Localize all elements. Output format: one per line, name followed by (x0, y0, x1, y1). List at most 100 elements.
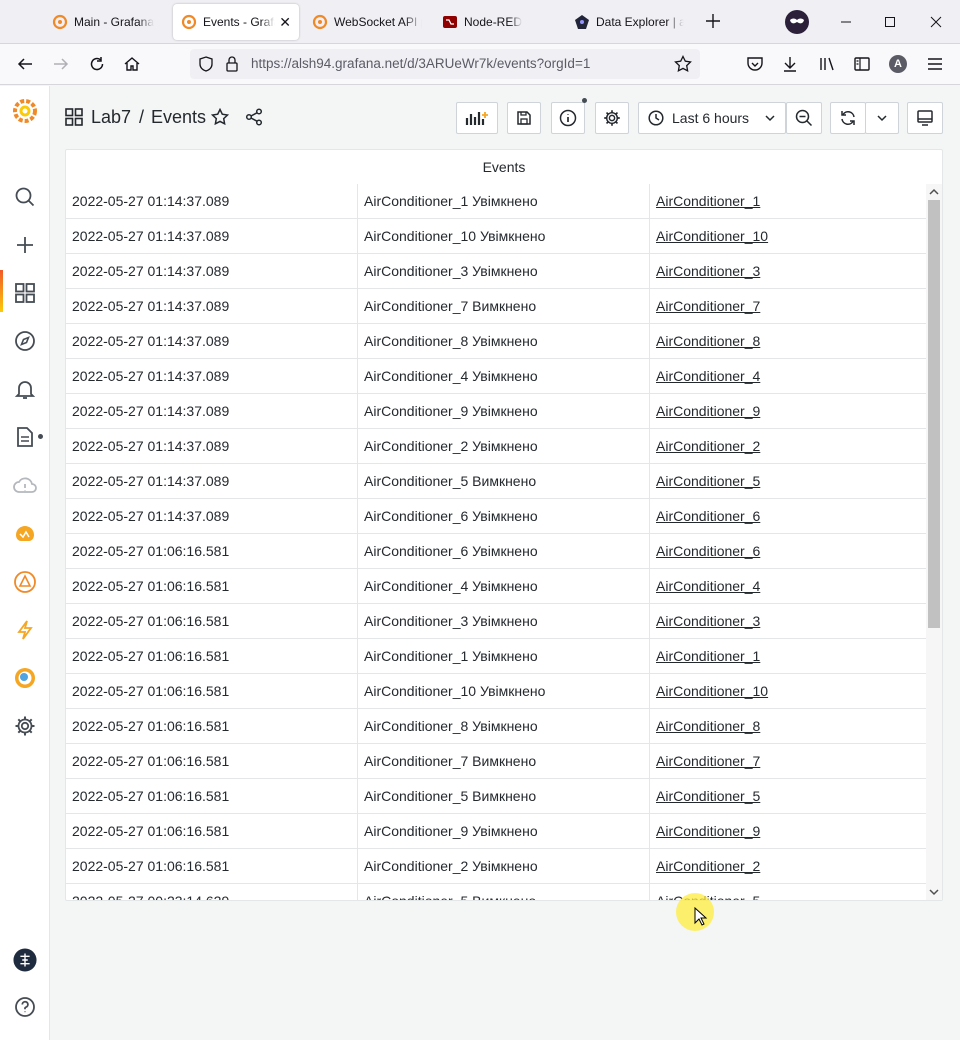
device-link-cell: AirConditioner_10 (650, 219, 926, 253)
user-avatar[interactable] (13, 948, 37, 972)
table-row: 2022-05-27 00:23:14.629AirConditioner_5 … (66, 884, 926, 900)
grafana-logo-icon[interactable] (11, 97, 39, 125)
device-link[interactable]: AirConditioner_4 (656, 368, 760, 384)
device-link[interactable]: AirConditioner_2 (656, 858, 760, 874)
browser-tab-websocket[interactable]: WebSocket API p (304, 4, 430, 40)
tab-title: WebSocket API p (334, 15, 422, 29)
device-link[interactable]: AirConditioner_10 (656, 228, 768, 244)
event-message-cell: AirConditioner_4 Увімкнено (358, 359, 650, 393)
device-link-cell: AirConditioner_6 (650, 534, 926, 568)
back-icon[interactable] (15, 54, 35, 74)
lock-icon[interactable] (225, 56, 239, 72)
minimize-icon[interactable] (834, 10, 858, 34)
device-link[interactable]: AirConditioner_2 (656, 438, 760, 454)
pocket-icon[interactable] (745, 54, 765, 74)
add-panel-button[interactable] (456, 102, 498, 134)
event-message-cell: AirConditioner_7 Вимкнено (358, 289, 650, 323)
device-link[interactable]: AirConditioner_9 (656, 823, 760, 839)
vertical-scrollbar[interactable] (926, 184, 942, 900)
timestamp-cell: 2022-05-27 01:14:37.089 (66, 499, 358, 533)
event-message-cell: AirConditioner_5 Вимкнено (358, 464, 650, 498)
cycle-view-mode-button[interactable] (907, 102, 943, 134)
search-icon[interactable] (13, 185, 37, 209)
table-row: 2022-05-27 01:14:37.089 AirConditioner_1 … (66, 184, 926, 219)
alerting-bell-icon[interactable] (13, 377, 37, 401)
scroll-up-icon[interactable] (929, 187, 939, 197)
forward-icon[interactable] (51, 54, 71, 74)
reload-icon[interactable] (87, 54, 107, 74)
panel-title[interactable]: Events (66, 150, 942, 184)
device-link[interactable]: AirConditioner_6 (656, 508, 760, 524)
close-window-icon[interactable] (924, 10, 948, 34)
browser-tab-data-explorer[interactable]: Data Explorer | al (566, 4, 692, 40)
browser-tab-main-grafana[interactable]: Main - Grafana (44, 4, 168, 40)
device-link-cell: AirConditioner_3 (650, 254, 926, 288)
account-avatar[interactable]: A (888, 54, 908, 74)
shield-icon[interactable] (198, 56, 214, 72)
device-link[interactable]: AirConditioner_1 (656, 193, 760, 209)
browser-tab-events-grafana[interactable]: Events - Grafana ✕ (173, 4, 299, 40)
device-link[interactable]: AirConditioner_6 (656, 543, 760, 559)
cloud-alert-icon[interactable] (13, 474, 37, 498)
scrollbar-thumb[interactable] (928, 200, 940, 628)
device-link[interactable]: AirConditioner_5 (656, 473, 760, 489)
timestamp-cell: 2022-05-27 01:06:16.581 (66, 639, 358, 673)
timestamp-cell: 2022-05-27 01:06:16.581 (66, 569, 358, 603)
oncall-triangle-icon[interactable] (13, 570, 37, 594)
lightning-icon[interactable] (13, 618, 37, 642)
device-link[interactable]: AirConditioner_5 (656, 788, 760, 804)
device-link[interactable]: AirConditioner_9 (656, 403, 760, 419)
dashboard-info-button[interactable] (551, 102, 585, 134)
clock-icon (648, 110, 664, 126)
table-row: 2022-05-27 01:14:37.089 AirConditioner_10… (66, 219, 926, 254)
k6-brain-icon[interactable] (13, 522, 37, 546)
home-icon[interactable] (122, 54, 142, 74)
bookmark-star-icon[interactable] (674, 55, 692, 73)
device-link[interactable]: AirConditioner_8 (656, 333, 760, 349)
breadcrumb-folder[interactable]: Lab7 (91, 107, 131, 128)
dashboards-icon[interactable] (13, 281, 37, 305)
event-message-cell: AirConditioner_6 Увімкнено (358, 534, 650, 568)
refresh-button[interactable] (830, 102, 866, 134)
browser-tab-node-red[interactable]: Node-RED (434, 4, 560, 40)
favorite-star-icon[interactable] (211, 108, 229, 126)
help-icon[interactable] (13, 995, 37, 1019)
create-plus-icon[interactable] (13, 233, 37, 257)
refresh-icon (841, 111, 855, 125)
table-row: 2022-05-27 01:06:16.581 AirConditioner_3 … (66, 604, 926, 639)
refresh-interval-dropdown[interactable] (865, 102, 899, 134)
device-link[interactable]: AirConditioner_1 (656, 648, 760, 664)
synthetic-globe-icon[interactable] (13, 666, 37, 690)
device-link[interactable]: AirConditioner_3 (656, 263, 760, 279)
sidebar-toggle-icon[interactable] (852, 54, 872, 74)
table-row: 2022-05-27 01:06:16.581 AirConditioner_1 … (66, 639, 926, 674)
browser-nav-bar: https://alsh94.grafana.net/d/3ARUeWr7k/e… (0, 44, 960, 85)
downloads-icon[interactable] (780, 54, 800, 74)
event-message-cell: AirConditioner_6 Увімкнено (358, 499, 650, 533)
device-link[interactable]: AirConditioner_7 (656, 753, 760, 769)
device-link[interactable]: AirConditioner_4 (656, 578, 760, 594)
address-bar[interactable]: https://alsh94.grafana.net/d/3ARUeWr7k/e… (190, 49, 700, 79)
hamburger-menu-icon[interactable] (925, 54, 945, 74)
library-icon[interactable] (817, 54, 837, 74)
device-link[interactable]: AirConditioner_3 (656, 613, 760, 629)
close-tab-icon[interactable]: ✕ (279, 14, 291, 31)
new-tab-icon[interactable] (703, 11, 723, 31)
device-link[interactable]: AirConditioner_10 (656, 683, 768, 699)
explore-compass-icon[interactable] (13, 329, 37, 353)
dashboard-settings-button[interactable] (595, 102, 629, 134)
maximize-icon[interactable] (878, 10, 902, 34)
device-link[interactable]: AirConditioner_7 (656, 298, 760, 314)
zoom-out-button[interactable] (786, 102, 822, 134)
scroll-down-icon[interactable] (929, 887, 939, 897)
dashboard-title[interactable]: Events (151, 107, 206, 128)
save-dashboard-button[interactable] (507, 102, 541, 134)
share-icon[interactable] (245, 108, 263, 126)
reports-document-icon[interactable] (13, 425, 37, 449)
breadcrumb-separator: / (139, 107, 145, 127)
time-range-picker[interactable]: Last 6 hours (638, 102, 786, 134)
device-link-cell: AirConditioner_5 (650, 464, 926, 498)
configuration-gear-icon[interactable] (13, 714, 37, 738)
device-link[interactable]: AirConditioner_8 (656, 718, 760, 734)
events-table[interactable]: 2022-05-27 01:14:37.089 AirConditioner_1 … (66, 184, 926, 900)
